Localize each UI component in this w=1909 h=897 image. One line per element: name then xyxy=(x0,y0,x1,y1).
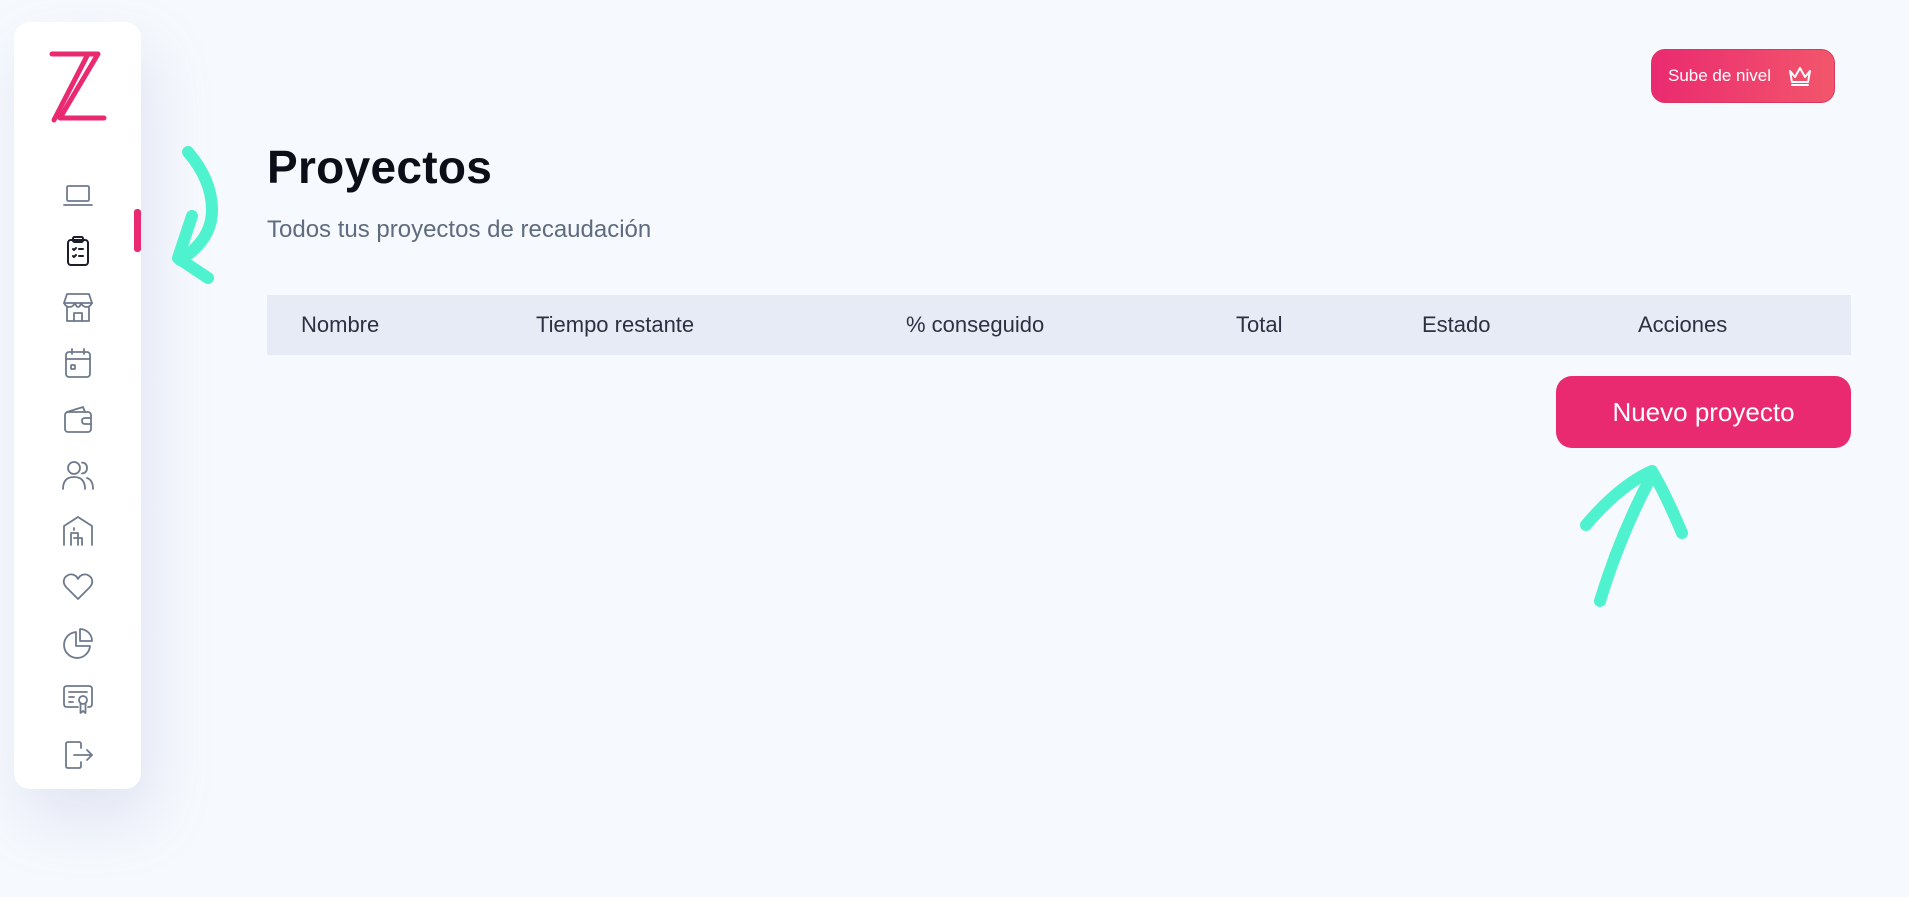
wallet-icon xyxy=(64,406,92,433)
projects-table-header: Nombre Tiempo restante % conseguido Tota… xyxy=(267,295,1851,355)
column-header-conseguido[interactable]: % conseguido xyxy=(906,295,1044,355)
certificate-icon xyxy=(63,685,93,714)
logo-z-icon xyxy=(49,51,107,123)
column-header-estado[interactable]: Estado xyxy=(1422,295,1491,355)
column-header-tiempo-restante[interactable]: Tiempo restante xyxy=(536,295,694,355)
upgrade-label: Sube de nivel xyxy=(1668,66,1772,85)
store-icon xyxy=(63,293,93,322)
heart-icon xyxy=(62,573,94,600)
new-project-button[interactable]: Nuevo proyecto xyxy=(1556,376,1851,448)
sidebar xyxy=(14,22,141,789)
nav-dashboard[interactable] xyxy=(55,173,101,219)
nav-store[interactable] xyxy=(55,284,101,330)
nav-certificates[interactable] xyxy=(55,676,101,722)
nav-organization[interactable] xyxy=(55,508,101,554)
nav-reports[interactable] xyxy=(55,620,101,666)
active-nav-indicator xyxy=(134,209,141,252)
annotation-arrow-button xyxy=(1580,465,1688,607)
nav-users[interactable] xyxy=(55,452,101,498)
upgrade-button[interactable]: Sube de nivel xyxy=(1651,49,1835,103)
column-header-total[interactable]: Total xyxy=(1236,295,1282,355)
crown-icon xyxy=(1789,67,1812,86)
annotation-arrow-sidebar xyxy=(172,146,218,284)
nav-projects[interactable] xyxy=(55,228,101,274)
column-header-acciones: Acciones xyxy=(1638,312,1728,337)
pie-chart-icon xyxy=(63,628,93,659)
nav-calendar[interactable] xyxy=(55,340,101,386)
column-header-nombre[interactable]: Nombre xyxy=(301,295,379,355)
page-subtitle: Todos tus proyectos de recaudación xyxy=(267,216,652,243)
building-icon xyxy=(63,516,93,546)
clipboard-list-icon xyxy=(67,236,89,266)
brand-logo[interactable] xyxy=(48,48,108,126)
nav-wallet[interactable] xyxy=(55,396,101,442)
laptop-icon xyxy=(63,185,93,206)
nav-favorites[interactable] xyxy=(55,564,101,610)
new-project-label: Nuevo proyecto xyxy=(1612,396,1795,427)
page-title: Proyectos xyxy=(267,141,493,193)
logout-icon xyxy=(65,741,93,769)
users-icon xyxy=(62,461,94,490)
nav-logout[interactable] xyxy=(55,732,101,778)
calendar-icon xyxy=(65,348,91,378)
